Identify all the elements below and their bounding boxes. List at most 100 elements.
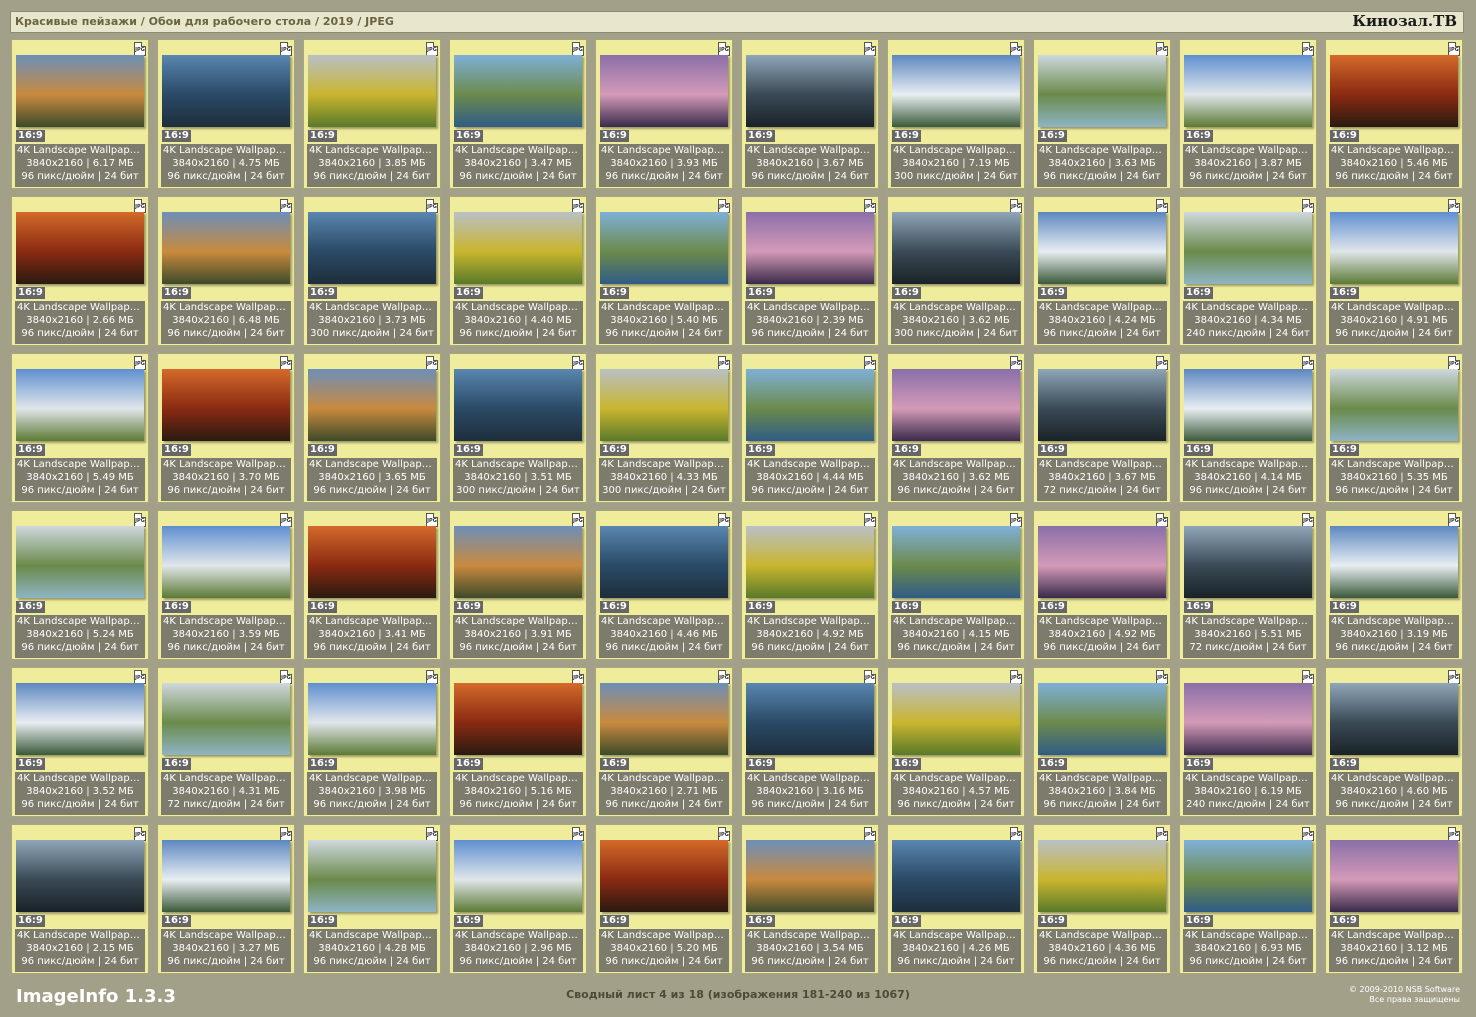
thumbnail-card[interactable]: JPG 16:9 4K Landscape Wallpape... 3840x2160… bbox=[303, 824, 441, 974]
thumbnail-image[interactable] bbox=[1038, 840, 1166, 912]
thumbnail-card[interactable]: JPG 16:9 4K Landscape Wallpape... 3840x2160… bbox=[1033, 510, 1171, 660]
thumbnail-image[interactable] bbox=[1184, 683, 1312, 755]
thumbnail-image[interactable] bbox=[162, 526, 290, 598]
thumbnail-image[interactable] bbox=[1038, 683, 1166, 755]
thumbnail-image[interactable] bbox=[1184, 840, 1312, 912]
thumbnail-card[interactable]: JPG 16:9 4K Landscape Wallpape... 3840x2160… bbox=[1033, 667, 1171, 817]
thumbnail-card[interactable]: JPG 16:9 4K Landscape Wallpape... 3840x2160… bbox=[595, 353, 733, 503]
thumbnail-card[interactable]: JPG 16:9 4K Landscape Wallpape... 3840x2160… bbox=[887, 510, 1025, 660]
thumbnail-image[interactable] bbox=[746, 212, 874, 284]
thumbnail-image[interactable] bbox=[16, 840, 144, 912]
thumbnail-image[interactable] bbox=[600, 55, 728, 127]
thumbnail-image[interactable] bbox=[600, 840, 728, 912]
thumbnail-image[interactable] bbox=[746, 55, 874, 127]
thumbnail-image[interactable] bbox=[1330, 369, 1458, 441]
thumbnail-image[interactable] bbox=[1330, 55, 1458, 127]
thumbnail-image[interactable] bbox=[16, 683, 144, 755]
thumbnail-image[interactable] bbox=[16, 212, 144, 284]
thumbnail-image[interactable] bbox=[454, 369, 582, 441]
thumbnail-image[interactable] bbox=[746, 840, 874, 912]
thumbnail-card[interactable]: JPG 16:9 4K Landscape Wallpape... 3840x2160… bbox=[303, 39, 441, 189]
thumbnail-card[interactable]: JPG 16:9 4K Landscape Wallpape... 3840x2160… bbox=[741, 667, 879, 817]
thumbnail-card[interactable]: JPG 16:9 4K Landscape Wallpape... 3840x2160… bbox=[887, 667, 1025, 817]
thumbnail-card[interactable]: JPG 16:9 4K Landscape Wallpape... 3840x2160… bbox=[741, 510, 879, 660]
thumbnail-card[interactable]: JPG 16:9 4K Landscape Wallpape... 3840x2160… bbox=[11, 353, 149, 503]
thumbnail-card[interactable]: JPG 16:9 4K Landscape Wallpape... 3840x2160… bbox=[1033, 353, 1171, 503]
thumbnail-image[interactable] bbox=[1184, 212, 1312, 284]
thumbnail-image[interactable] bbox=[746, 683, 874, 755]
thumbnail-image[interactable] bbox=[308, 526, 436, 598]
thumbnail-card[interactable]: JPG 16:9 4K Landscape Wallpape... 3840x2160… bbox=[11, 824, 149, 974]
thumbnail-card[interactable]: JPG 16:9 4K Landscape Wallpape... 3840x2160… bbox=[157, 353, 295, 503]
thumbnail-image[interactable] bbox=[1038, 212, 1166, 284]
thumbnail-card[interactable]: JPG 16:9 4K Landscape Wallpape... 3840x2160… bbox=[157, 39, 295, 189]
thumbnail-image[interactable] bbox=[1184, 55, 1312, 127]
thumbnail-image[interactable] bbox=[454, 683, 582, 755]
thumbnail-image[interactable] bbox=[1330, 526, 1458, 598]
thumbnail-image[interactable] bbox=[892, 55, 1020, 127]
thumbnail-image[interactable] bbox=[16, 369, 144, 441]
thumbnail-card[interactable]: JPG 16:9 4K Landscape Wallpape... 3840x2160… bbox=[595, 39, 733, 189]
thumbnail-image[interactable] bbox=[892, 369, 1020, 441]
thumbnail-image[interactable] bbox=[454, 526, 582, 598]
thumbnail-image[interactable] bbox=[162, 212, 290, 284]
thumbnail-card[interactable]: JPG 16:9 4K Landscape Wallpape... 3840x2160… bbox=[1325, 510, 1463, 660]
thumbnail-image[interactable] bbox=[746, 526, 874, 598]
thumbnail-card[interactable]: JPG 16:9 4K Landscape Wallpape... 3840x2160… bbox=[303, 353, 441, 503]
thumbnail-card[interactable]: JPG 16:9 4K Landscape Wallpape... 3840x2160… bbox=[1179, 667, 1317, 817]
thumbnail-card[interactable]: JPG 16:9 4K Landscape Wallpape... 3840x2160… bbox=[11, 667, 149, 817]
thumbnail-image[interactable] bbox=[892, 526, 1020, 598]
thumbnail-image[interactable] bbox=[1038, 369, 1166, 441]
thumbnail-image[interactable] bbox=[16, 55, 144, 127]
thumbnail-card[interactable]: JPG 16:9 4K Landscape Wallpape... 3840x2160… bbox=[887, 39, 1025, 189]
thumbnail-card[interactable]: JPG 16:9 4K Landscape Wallpape... 3840x2160… bbox=[887, 196, 1025, 346]
thumbnail-card[interactable]: JPG 16:9 4K Landscape Wallpape... 3840x2160… bbox=[887, 824, 1025, 974]
thumbnail-card[interactable]: JPG 16:9 4K Landscape Wallpape... 3840x2160… bbox=[741, 196, 879, 346]
thumbnail-card[interactable]: JPG 16:9 4K Landscape Wallpape... 3840x2160… bbox=[1033, 39, 1171, 189]
thumbnail-card[interactable]: JPG 16:9 4K Landscape Wallpape... 3840x2160… bbox=[1325, 824, 1463, 974]
thumbnail-card[interactable]: JPG 16:9 4K Landscape Wallpape... 3840x2160… bbox=[741, 353, 879, 503]
thumbnail-card[interactable]: JPG 16:9 4K Landscape Wallpape... 3840x2160… bbox=[449, 39, 587, 189]
thumbnail-image[interactable] bbox=[600, 369, 728, 441]
thumbnail-card[interactable]: JPG 16:9 4K Landscape Wallpape... 3840x2160… bbox=[11, 196, 149, 346]
thumbnail-card[interactable]: JPG 16:9 4K Landscape Wallpape... 3840x2160… bbox=[157, 667, 295, 817]
thumbnail-card[interactable]: JPG 16:9 4K Landscape Wallpape... 3840x2160… bbox=[449, 196, 587, 346]
thumbnail-image[interactable] bbox=[308, 683, 436, 755]
thumbnail-card[interactable]: JPG 16:9 4K Landscape Wallpape... 3840x2160… bbox=[1325, 353, 1463, 503]
thumbnail-card[interactable]: JPG 16:9 4K Landscape Wallpape... 3840x2160… bbox=[449, 510, 587, 660]
thumbnail-image[interactable] bbox=[1330, 840, 1458, 912]
thumbnail-image[interactable] bbox=[746, 369, 874, 441]
thumbnail-card[interactable]: JPG 16:9 4K Landscape Wallpape... 3840x2160… bbox=[1325, 196, 1463, 346]
thumbnail-card[interactable]: JPG 16:9 4K Landscape Wallpape... 3840x2160… bbox=[1179, 39, 1317, 189]
thumbnail-card[interactable]: JPG 16:9 4K Landscape Wallpape... 3840x2160… bbox=[887, 353, 1025, 503]
thumbnail-image[interactable] bbox=[1330, 683, 1458, 755]
thumbnail-card[interactable]: JPG 16:9 4K Landscape Wallpape... 3840x2160… bbox=[741, 824, 879, 974]
thumbnail-image[interactable] bbox=[454, 55, 582, 127]
thumbnail-image[interactable] bbox=[600, 683, 728, 755]
thumbnail-card[interactable]: JPG 16:9 4K Landscape Wallpape... 3840x2160… bbox=[303, 196, 441, 346]
thumbnail-card[interactable]: JPG 16:9 4K Landscape Wallpape... 3840x2160… bbox=[741, 39, 879, 189]
thumbnail-image[interactable] bbox=[454, 840, 582, 912]
thumbnail-image[interactable] bbox=[308, 840, 436, 912]
thumbnail-card[interactable]: JPG 16:9 4K Landscape Wallpape... 3840x2160… bbox=[1179, 196, 1317, 346]
thumbnail-image[interactable] bbox=[454, 212, 582, 284]
thumbnail-card[interactable]: JPG 16:9 4K Landscape Wallpape... 3840x2160… bbox=[1179, 353, 1317, 503]
thumbnail-image[interactable] bbox=[162, 369, 290, 441]
thumbnail-image[interactable] bbox=[892, 212, 1020, 284]
thumbnail-image[interactable] bbox=[162, 55, 290, 127]
thumbnail-image[interactable] bbox=[1038, 526, 1166, 598]
thumbnail-card[interactable]: JPG 16:9 4K Landscape Wallpape... 3840x2160… bbox=[449, 824, 587, 974]
thumbnail-image[interactable] bbox=[308, 369, 436, 441]
thumbnail-card[interactable]: JPG 16:9 4K Landscape Wallpape... 3840x2160… bbox=[157, 510, 295, 660]
thumbnail-card[interactable]: JPG 16:9 4K Landscape Wallpape... 3840x2160… bbox=[1325, 667, 1463, 817]
thumbnail-image[interactable] bbox=[892, 840, 1020, 912]
thumbnail-card[interactable]: JPG 16:9 4K Landscape Wallpape... 3840x2160… bbox=[11, 39, 149, 189]
thumbnail-card[interactable]: JPG 16:9 4K Landscape Wallpape... 3840x2160… bbox=[303, 667, 441, 817]
thumbnail-image[interactable] bbox=[600, 526, 728, 598]
thumbnail-image[interactable] bbox=[308, 55, 436, 127]
thumbnail-card[interactable]: JPG 16:9 4K Landscape Wallpape... 3840x2160… bbox=[595, 196, 733, 346]
thumbnail-image[interactable] bbox=[308, 212, 436, 284]
thumbnail-card[interactable]: JPG 16:9 4K Landscape Wallpape... 3840x2160… bbox=[1325, 39, 1463, 189]
thumbnail-image[interactable] bbox=[162, 683, 290, 755]
thumbnail-card[interactable]: JPG 16:9 4K Landscape Wallpape... 3840x2160… bbox=[595, 824, 733, 974]
